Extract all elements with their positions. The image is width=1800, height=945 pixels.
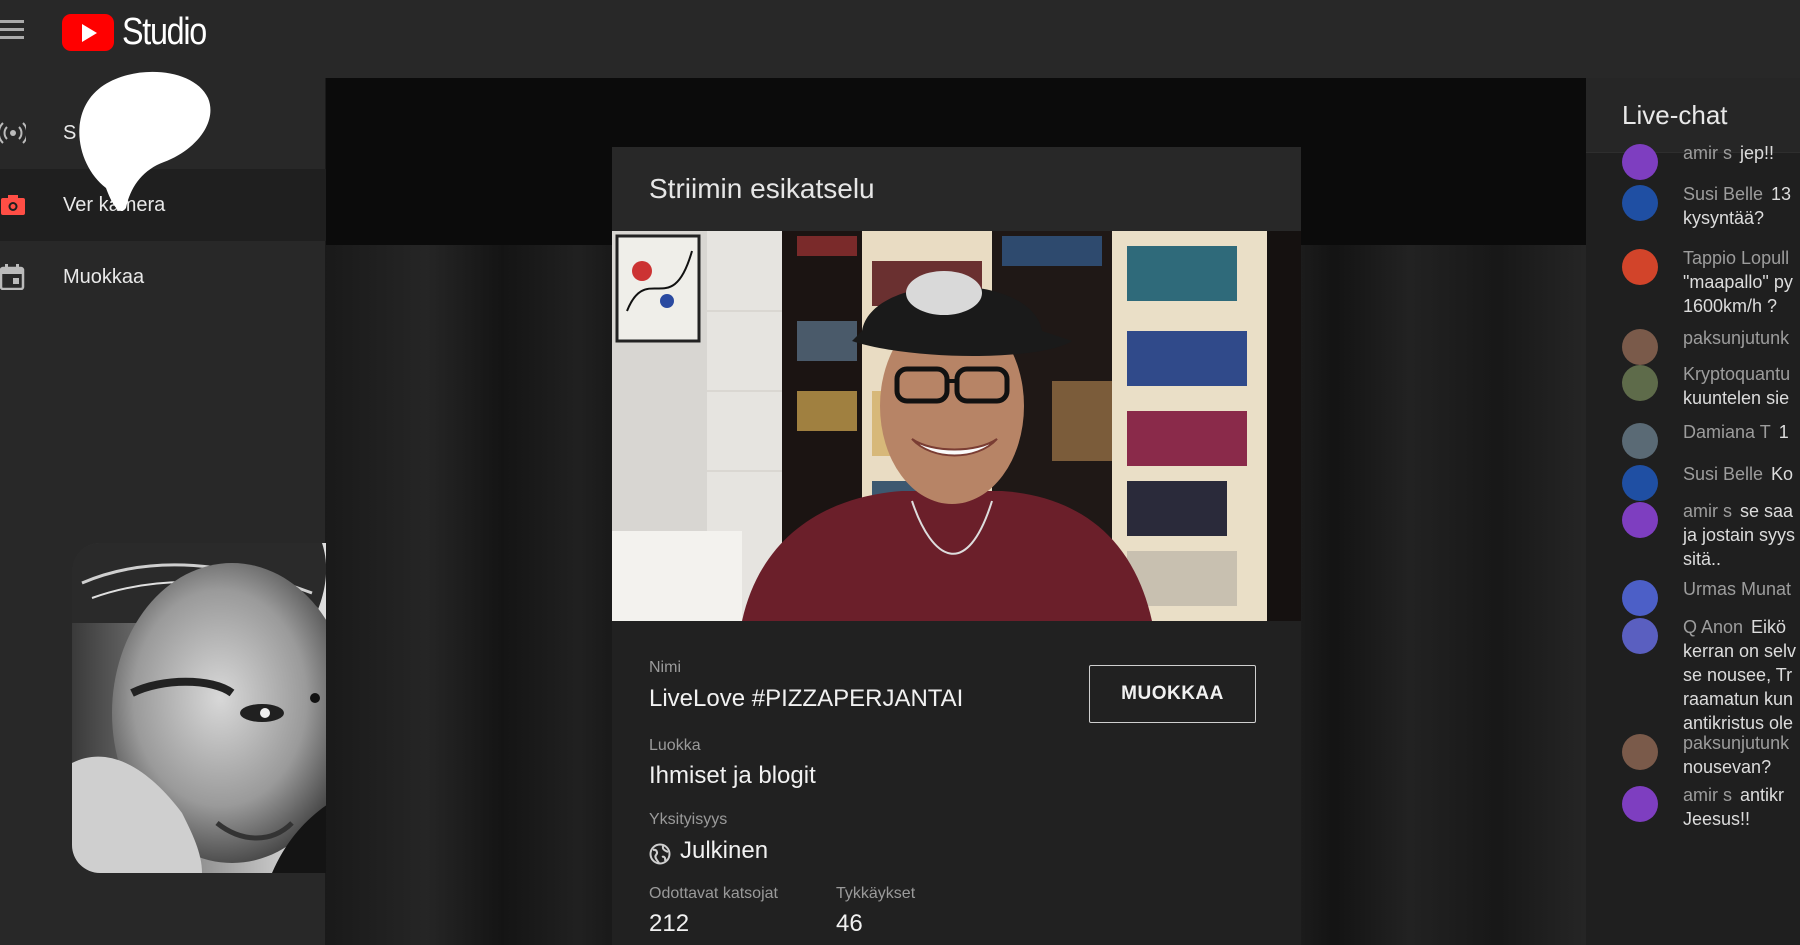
category-value: Ihmiset ja blogit [649,762,816,789]
chat-message-text: amir s antikr Jeesus!! [1683,783,1800,831]
menu-icon[interactable] [0,20,24,40]
stream-details: Nimi LiveLove #PIZZAPERJANTAI MUOKKAA Lu… [612,621,1301,945]
chat-message-text: Kryptoquantu kuuntelen sie [1683,362,1800,410]
chat-author[interactable]: Kryptoquantu [1683,364,1790,384]
name-label: Nimi [649,659,681,676]
chat-body: kuuntelen sie [1683,388,1790,408]
video-preview[interactable] [612,231,1301,621]
chat-body: 1 [1778,422,1789,442]
stream-preview-card: Striimin esikatselu Nimi LiveLove #PIZZA… [612,147,1301,945]
privacy-value: Julkinen [680,837,769,864]
calendar-icon [0,264,25,290]
likes-value: 46 [836,910,863,937]
chat-author[interactable]: Susi Belle [1683,184,1763,204]
likes-label: Tykkäykset [836,885,916,902]
edit-button[interactable]: MUOKKAA [1089,665,1256,723]
camera-icon [1,195,25,215]
category-label: Luokka [649,737,701,754]
sidebar-item-label: Muokkaa [63,265,145,288]
user-avatar-icon[interactable] [1622,734,1658,770]
chat-author[interactable]: Q Anon [1683,617,1743,637]
top-bar: Studio [0,0,1800,78]
broadcast-icon [0,122,26,144]
sidebar-item-label: S [63,121,77,144]
waiting-viewers-value: 212 [649,910,690,937]
chat-author[interactable]: amir s [1683,785,1732,805]
user-avatar-icon[interactable] [1622,365,1658,401]
user-avatar-icon[interactable] [1622,465,1658,501]
user-avatar-icon[interactable] [1622,502,1658,538]
chat-author[interactable]: paksunjutunk [1683,328,1789,348]
user-avatar-icon[interactable] [1622,185,1658,221]
chat-message-text: Susi Belle 13 kysyntää? [1683,182,1800,230]
stream-name: LiveLove #PIZZAPERJANTAI [649,685,964,712]
card-header: Striimin esikatselu [612,147,1301,231]
chat-message-text: Q Anon Eikö kerran on selv se nousee, Tr … [1683,615,1800,735]
waiting-viewers-label: Odottavat katsojat [649,885,778,902]
chat-message-text: Tappio Lopull "maapallo" py 1600km/h ? [1683,246,1800,318]
chat-author[interactable]: Urmas Munat [1683,579,1791,599]
chat-body: Ko [1771,464,1794,484]
redaction-blob [79,71,211,211]
sidebar-item-edit[interactable]: Muokkaa [0,241,326,313]
chat-message-text: amir s jep!! [1683,141,1800,165]
youtube-play-icon [62,13,114,51]
live-chat-panel: Live-chat amir s jep!! Susi Belle 13 kysynt… [1586,78,1800,945]
chat-message-text: paksunjutunk nousevan? [1683,731,1800,779]
user-avatar-icon[interactable] [1622,144,1658,180]
chat-message-text: Urmas Munat [1683,577,1800,601]
globe-icon [649,843,671,865]
chat-author[interactable]: amir s [1683,501,1732,521]
user-avatar-icon[interactable] [1622,423,1658,459]
chat-author[interactable]: Tappio Lopull [1683,248,1789,268]
chat-body: jep!! [1740,143,1775,163]
user-avatar-icon[interactable] [1622,249,1658,285]
chat-message-text: paksunjutunk [1683,326,1800,350]
brand-name: Studio [122,10,207,53]
chat-message-text: amir s se saa ja jostain syys sitä.. [1683,499,1800,571]
chat-body: "maapallo" py 1600km/h ? [1683,272,1793,316]
chat-author[interactable]: Damiana T [1683,422,1771,442]
chat-body: nousevan? [1683,757,1772,777]
user-avatar-icon[interactable] [1622,329,1658,365]
chat-message-text: Susi Belle Ko [1683,462,1800,486]
user-avatar-icon[interactable] [1622,786,1658,822]
chat-author[interactable]: paksunjutunk [1683,733,1789,753]
chat-author[interactable]: Susi Belle [1683,464,1763,484]
video-frame [612,231,1301,621]
chat-author[interactable]: amir s [1683,143,1732,163]
user-avatar-icon[interactable] [1622,618,1658,654]
user-avatar-icon[interactable] [1622,580,1658,616]
studio-logo[interactable]: Studio [62,10,221,53]
card-title: Striimin esikatselu [649,173,875,204]
chat-title: Live-chat [1622,99,1728,130]
privacy-label: Yksityisyys [649,811,728,828]
chat-message-text: Damiana T 1 [1683,420,1800,444]
